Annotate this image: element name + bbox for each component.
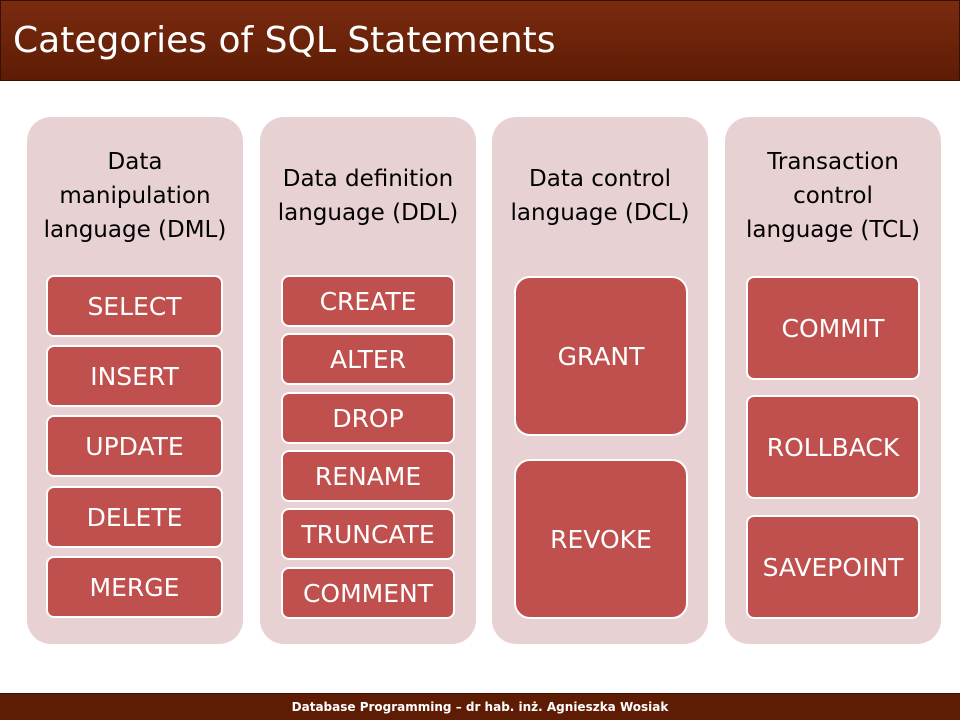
category-ddl: Data definition language (DDL) CREATE AL…: [260, 117, 476, 644]
category-header-ddl: Data definition language (DDL): [260, 162, 476, 230]
category-header-dml: Data manipulation language (DML): [27, 145, 243, 247]
category-header-line: language (TCL): [746, 217, 920, 243]
command-update: UPDATE: [46, 415, 223, 477]
command-alter: ALTER: [281, 333, 455, 385]
category-header-line: manipulation: [59, 183, 211, 209]
category-dcl: Data control language (DCL) GRANT REVOKE: [492, 117, 708, 644]
command-drop: DROP: [281, 392, 455, 444]
command-truncate: TRUNCATE: [281, 508, 455, 560]
footer-bar: Database Programming – dr hab. inż. Agni…: [0, 693, 960, 720]
category-tcl: Transaction control language (TCL) COMMI…: [725, 117, 941, 644]
command-comment: COMMENT: [281, 567, 455, 619]
slide-title: Categories of SQL Statements: [13, 20, 556, 61]
command-insert: INSERT: [46, 345, 223, 407]
category-header-line: control: [793, 183, 873, 209]
category-header-line: language (DDL): [277, 200, 459, 226]
command-delete: DELETE: [46, 486, 223, 548]
category-header-line: Data definition: [282, 166, 454, 192]
command-grant: GRANT: [514, 276, 688, 436]
command-select: SELECT: [46, 275, 223, 337]
footer-text: Database Programming – dr hab. inż. Agni…: [291, 700, 669, 714]
category-header-line: language (DCL): [510, 200, 690, 226]
category-dml: Data manipulation language (DML) SELECT …: [27, 117, 243, 644]
category-header-line: Data: [107, 149, 163, 175]
command-savepoint: SAVEPOINT: [746, 515, 920, 619]
command-create: CREATE: [281, 275, 455, 327]
command-merge: MERGE: [46, 556, 223, 618]
category-header-dcl: Data control language (DCL): [492, 162, 708, 230]
command-rename: RENAME: [281, 450, 455, 502]
command-revoke: REVOKE: [514, 459, 688, 619]
category-header-line: language (DML): [43, 217, 227, 243]
category-header-line: Data control: [529, 166, 671, 192]
command-rollback: ROLLBACK: [746, 395, 920, 499]
category-header-line: Transaction: [767, 149, 899, 175]
title-bar: Categories of SQL Statements: [0, 0, 960, 81]
command-commit: COMMIT: [746, 276, 920, 380]
category-header-tcl: Transaction control language (TCL): [725, 145, 941, 247]
